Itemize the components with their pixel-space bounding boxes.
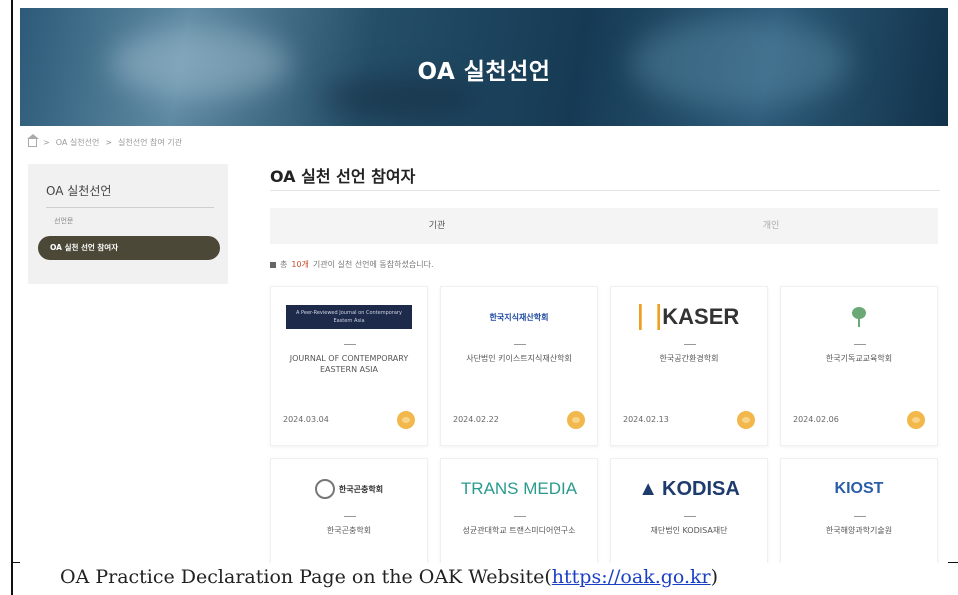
frame-left-border bbox=[11, 0, 13, 595]
kaser-mark-icon: █ bbox=[638, 304, 661, 330]
oa-badge-icon bbox=[567, 411, 585, 429]
bullet-icon bbox=[270, 261, 276, 268]
institution-logo: ▲ KODISA bbox=[611, 469, 767, 509]
journal-logo: A Peer-Reviewed Journal on Contemporary … bbox=[286, 305, 412, 329]
institution-name: 한국공간환경학회 bbox=[659, 354, 719, 363]
participant-card[interactable]: KIOST 한국해양과학기술원 bbox=[780, 458, 938, 563]
seal-logo: 한국곤충학회 bbox=[314, 479, 384, 499]
kiss-logo: 한국지식재산학회 bbox=[489, 312, 549, 322]
participant-card[interactable]: ▲ KODISA 재단법인 KODISA재단 bbox=[610, 458, 768, 563]
divider bbox=[854, 516, 866, 517]
join-date: 2024.02.22 bbox=[453, 415, 499, 424]
institution-logo: A Peer-Reviewed Journal on Contemporary … bbox=[271, 297, 427, 337]
tab-bar: 기관 개인 bbox=[270, 208, 938, 244]
divider bbox=[344, 516, 356, 517]
sidebar: OA 실천선언 선언문 OA 실천 선언 참여자 bbox=[28, 164, 228, 284]
institution-name: 한국해양과학기술원 bbox=[825, 526, 893, 535]
figure-caption: OA Practice Declaration Page on the OAK … bbox=[60, 566, 718, 588]
divider bbox=[684, 344, 696, 345]
oak-website-link[interactable]: https://oak.go.kr bbox=[552, 566, 711, 588]
divider bbox=[344, 344, 356, 345]
kiost-logo: KIOST bbox=[834, 480, 884, 497]
sidebar-title: OA 실천선언 bbox=[46, 184, 112, 198]
divider bbox=[514, 516, 526, 517]
hero-banner: OA 실천선언 bbox=[20, 8, 948, 126]
participant-card[interactable]: 한국기독교교육학회 2024.02.06 bbox=[780, 286, 938, 446]
chevron-right-icon: > bbox=[43, 138, 50, 147]
divider bbox=[46, 207, 214, 208]
breadcrumb-item[interactable]: OA 실천선언 bbox=[56, 137, 100, 148]
participant-card[interactable]: A Peer-Reviewed Journal on Contemporary … bbox=[270, 286, 428, 446]
breadcrumb-item[interactable]: 실천선언 참여 기관 bbox=[118, 137, 182, 148]
oa-badge-icon bbox=[397, 411, 415, 429]
institution-logo: 한국지식재산학회 bbox=[441, 297, 597, 337]
institution-name: 한국기독교교육학회 bbox=[825, 354, 893, 363]
tab-institution[interactable]: 기관 bbox=[270, 208, 604, 244]
section-title: OA 실천 선언 참여자 bbox=[270, 167, 416, 186]
join-date: 2024.03.04 bbox=[283, 415, 329, 424]
join-date: 2024.02.06 bbox=[793, 415, 839, 424]
oa-badge-icon bbox=[907, 411, 925, 429]
institution-name: 성균관대학교 트랜스미디어연구소 bbox=[462, 526, 576, 535]
divider bbox=[684, 516, 696, 517]
summary-suffix: 기관이 실천 선언에 동참하셨습니다. bbox=[312, 260, 434, 269]
home-icon[interactable] bbox=[27, 133, 39, 147]
caption-text: OA Practice Declaration Page on the OAK … bbox=[60, 566, 552, 588]
summary-count: 10개 bbox=[291, 260, 309, 269]
divider bbox=[270, 190, 940, 191]
institution-name: 재단법인 KODISA재단 bbox=[650, 526, 728, 535]
divider bbox=[514, 344, 526, 345]
sidebar-item-declaration[interactable]: 선언문 bbox=[54, 216, 73, 226]
join-date: 2024.02.13 bbox=[623, 415, 669, 424]
kodisa-mark-icon: ▲ bbox=[638, 477, 658, 500]
screenshot: OA 실천선언 > OA 실천선언 > 실천선언 참여 기관 OA 실천선언 선… bbox=[20, 8, 948, 563]
page-title: OA 실천선언 bbox=[417, 59, 551, 85]
institution-name: JOURNAL OF CONTEMPORARY EASTERN ASIA bbox=[289, 354, 409, 374]
transmedia-logo: TRANS MEDIA bbox=[460, 479, 578, 498]
institution-name: 사단법인 키이스트지식재산학회 bbox=[466, 354, 572, 363]
sidebar-item-participants[interactable]: OA 실천 선언 참여자 bbox=[38, 236, 220, 260]
divider bbox=[854, 344, 866, 345]
summary-prefix: 총 bbox=[280, 260, 288, 269]
logo-text: 한국곤충학회 bbox=[338, 484, 384, 494]
chevron-right-icon: > bbox=[105, 138, 113, 147]
institution-logo: TRANS MEDIA bbox=[441, 469, 597, 509]
participant-card[interactable]: TRANS MEDIA 성균관대학교 트랜스미디어연구소 bbox=[440, 458, 598, 563]
institution-logo bbox=[781, 297, 937, 337]
logo-text: KASER bbox=[662, 304, 740, 329]
kaser-logo: █ KASER bbox=[638, 304, 740, 330]
seal-icon bbox=[314, 479, 335, 499]
institution-name: 한국곤충학회 bbox=[326, 526, 372, 535]
kodisa-logo: ▲ KODISA bbox=[638, 478, 740, 501]
breadcrumb: > OA 실천선언 > 실천선언 참여 기관 bbox=[27, 133, 182, 148]
tab-individual[interactable]: 개인 bbox=[604, 208, 938, 244]
institution-logo: KIOST bbox=[781, 469, 937, 509]
oa-badge-icon bbox=[737, 411, 755, 429]
logo-text: KODISA bbox=[662, 477, 740, 500]
participant-card[interactable]: 한국곤충학회 한국곤충학회 bbox=[270, 458, 428, 563]
participant-summary: 총 10개 기관이 실천 선언에 동참하셨습니다. bbox=[270, 259, 434, 270]
caption-close: ) bbox=[710, 566, 719, 588]
participant-card[interactable]: █ KASER 한국공간환경학회 2024.02.13 bbox=[610, 286, 768, 446]
institution-logo: 한국곤충학회 bbox=[271, 469, 427, 509]
tree-logo-icon bbox=[852, 307, 866, 327]
participant-card[interactable]: 한국지식재산학회 사단법인 키이스트지식재산학회 2024.02.22 bbox=[440, 286, 598, 446]
institution-logo: █ KASER bbox=[611, 297, 767, 337]
